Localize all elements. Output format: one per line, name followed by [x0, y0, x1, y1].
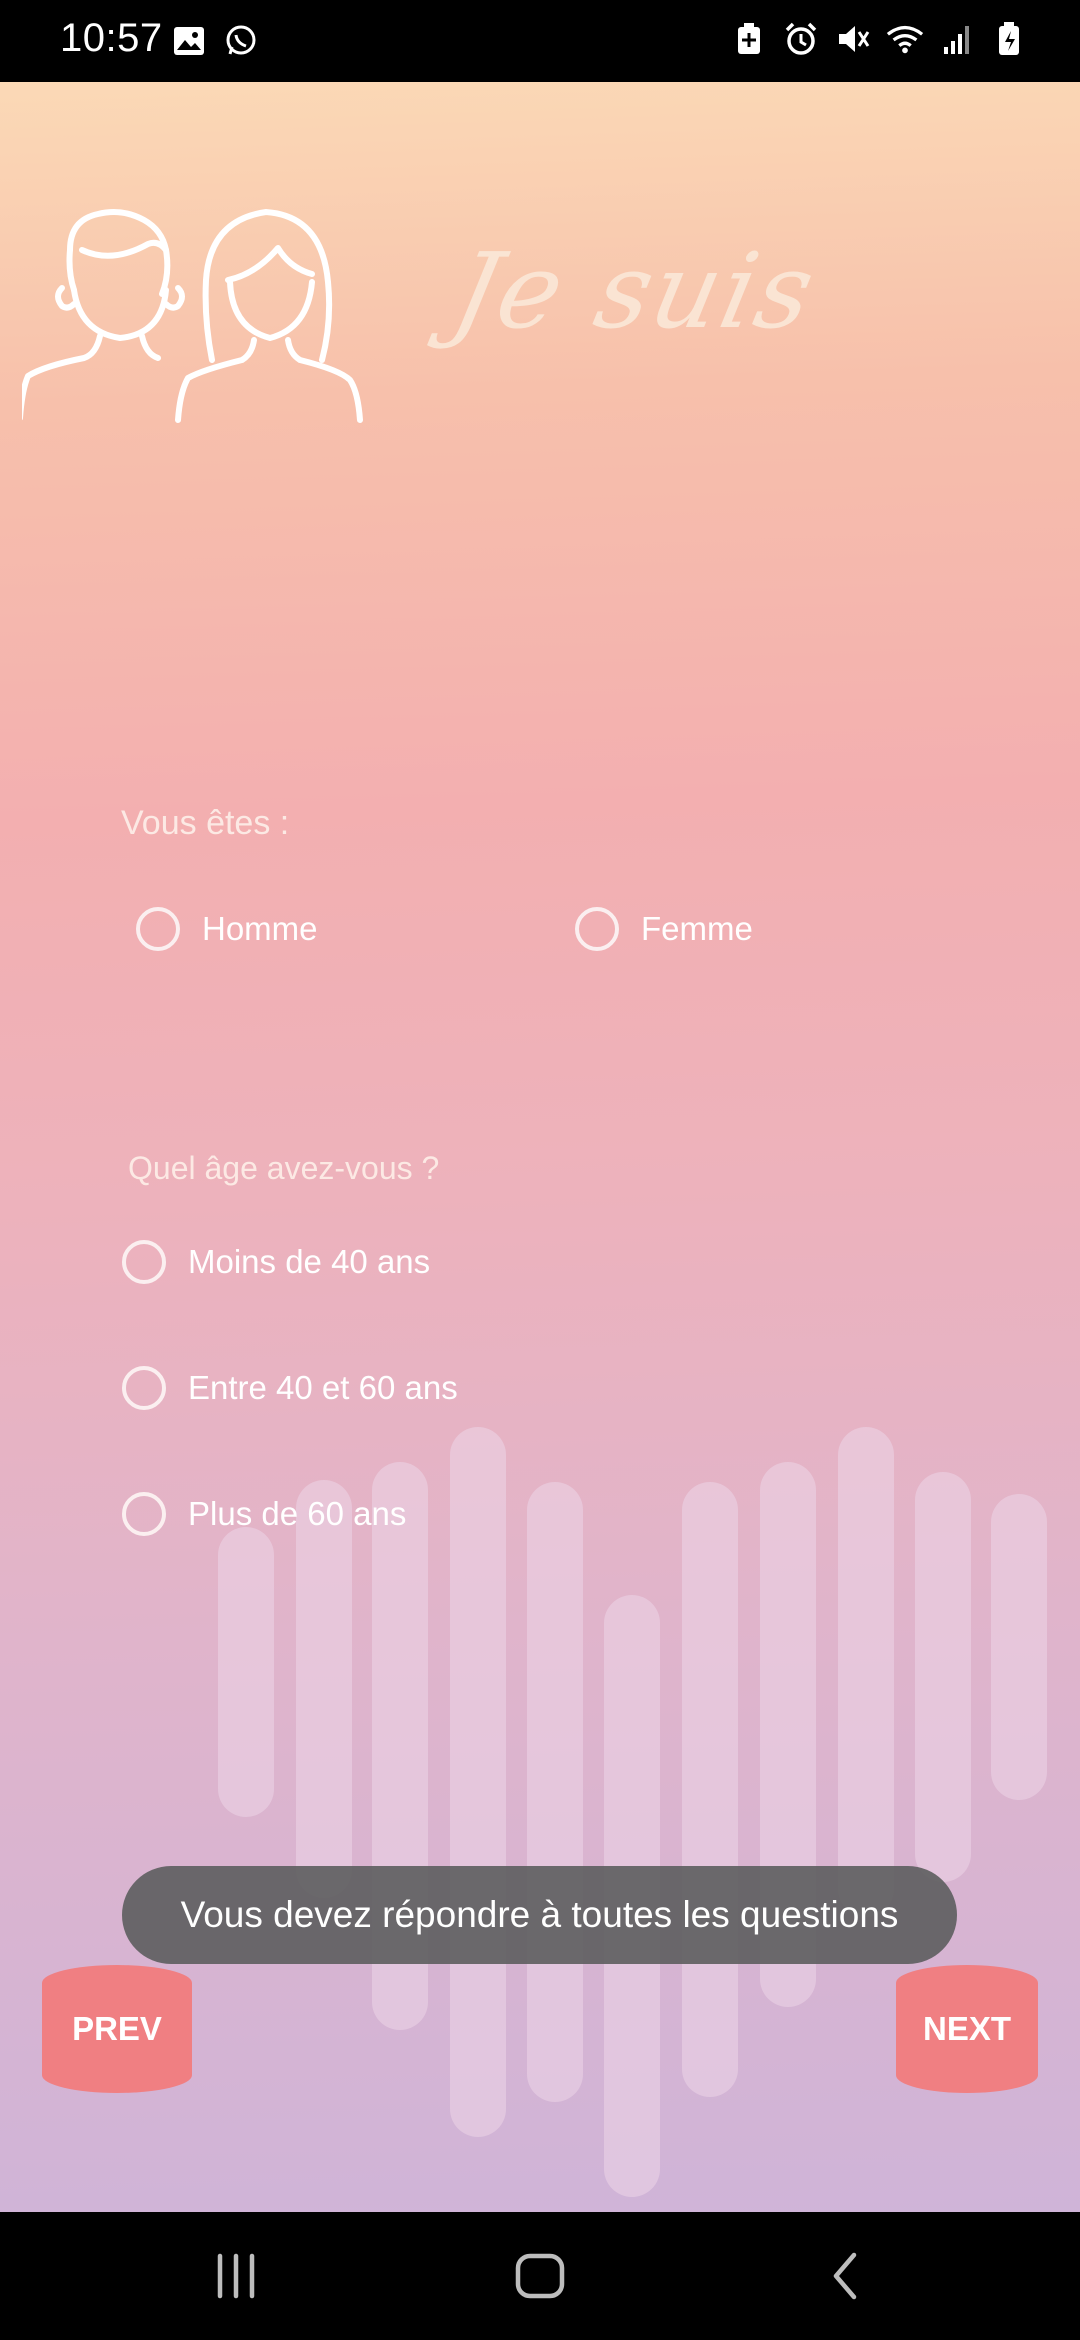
- signal-icon: [938, 20, 976, 58]
- whatsapp-icon: [222, 22, 260, 60]
- radio-homme[interactable]: Homme: [136, 907, 318, 951]
- system-nav-bar: [0, 2212, 1080, 2340]
- image-icon: [170, 22, 208, 60]
- mute-icon: [834, 20, 872, 58]
- radio-femme[interactable]: Femme: [575, 907, 753, 951]
- recent-apps-icon[interactable]: [206, 2252, 266, 2300]
- radio-homme-label: Homme: [202, 910, 318, 947]
- radio-circle[interactable]: [122, 1240, 166, 1284]
- gender-question-label: Vous êtes :: [121, 804, 290, 842]
- radio-circle[interactable]: [122, 1366, 166, 1410]
- back-icon[interactable]: [814, 2252, 874, 2300]
- radio-age-40-60[interactable]: Entre 40 et 60 ans: [122, 1366, 458, 1410]
- toast-message: Vous devez répondre à toutes les questio…: [122, 1866, 957, 1964]
- radio-circle[interactable]: [575, 907, 619, 951]
- prev-button[interactable]: PREV: [42, 1965, 192, 2093]
- radio-age-over-60[interactable]: Plus de 60 ans: [122, 1492, 406, 1536]
- radio-circle[interactable]: [136, 907, 180, 951]
- next-button[interactable]: NEXT: [896, 1965, 1038, 2093]
- status-bar: 10:57: [0, 0, 1080, 82]
- radio-circle[interactable]: [122, 1492, 166, 1536]
- alarm-icon: [782, 20, 820, 58]
- radio-femme-label: Femme: [641, 910, 753, 947]
- radio-age-under-40[interactable]: Moins de 40 ans: [122, 1240, 430, 1284]
- page-title: Je suis: [443, 230, 827, 352]
- status-time: 10:57: [60, 16, 163, 60]
- radio-age-40-60-label: Entre 40 et 60 ans: [188, 1369, 458, 1406]
- home-icon[interactable]: [510, 2252, 570, 2300]
- battery-saver-icon: [730, 20, 768, 58]
- wifi-icon: [886, 20, 924, 58]
- people-icon: [22, 209, 363, 423]
- battery-icon: [990, 20, 1028, 58]
- radio-age-over-60-label: Plus de 60 ans: [188, 1495, 407, 1532]
- age-question-label: Quel âge avez-vous ?: [128, 1150, 440, 1186]
- radio-age-under-40-label: Moins de 40 ans: [188, 1243, 431, 1280]
